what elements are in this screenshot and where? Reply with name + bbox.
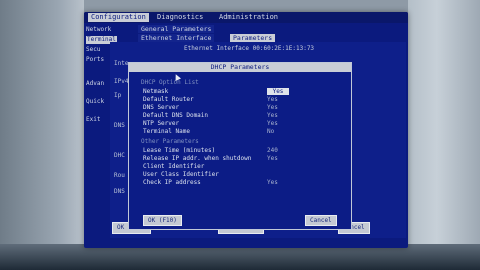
section-other-parameters: Other Parameters bbox=[141, 138, 199, 145]
menu-administration[interactable]: Administration bbox=[216, 13, 281, 22]
back-label-ipv4: IPv4 bbox=[114, 78, 129, 85]
tab-bar: General Parameters Ethernet Interface Pa… bbox=[110, 24, 406, 42]
dialog-ok-button[interactable]: OK (F10) bbox=[143, 215, 182, 226]
sidebar-item-exit[interactable]: Exit bbox=[86, 116, 100, 124]
menu-bar: Configuration Diagnostics Administration bbox=[84, 12, 408, 23]
param-value-check-ip[interactable]: Yes bbox=[267, 179, 289, 186]
tab-ethernet-interface[interactable]: Ethernet Interface bbox=[138, 34, 215, 42]
option-label-terminal-name: Terminal Name bbox=[143, 128, 190, 135]
option-value-dns-server[interactable]: Yes bbox=[267, 104, 289, 111]
back-label-dns2: DNS bbox=[114, 188, 125, 195]
menu-configuration[interactable]: Configuration bbox=[88, 13, 149, 22]
option-label-dns-server: DNS Server bbox=[143, 104, 180, 111]
back-label-dns: DNS bbox=[114, 122, 125, 129]
section-dhcp-option-list: DHCP Option List bbox=[141, 79, 199, 86]
option-value-default-router[interactable]: Yes bbox=[267, 96, 289, 103]
dialog-title: DHCP Parameters bbox=[129, 63, 351, 72]
param-label-check-ip: Check IP address bbox=[143, 179, 201, 186]
back-label-routes: Rou bbox=[114, 172, 125, 179]
menu-diagnostics[interactable]: Diagnostics bbox=[154, 13, 206, 22]
sidebar-item-network[interactable]: Network bbox=[86, 26, 111, 34]
option-value-terminal-name[interactable]: No bbox=[267, 128, 289, 135]
interface-title: Ethernet Interface 00:60:2E:1E:13:73 bbox=[184, 45, 315, 52]
param-label-release-ip: Release IP addr. when shutdown bbox=[143, 155, 252, 162]
back-label-ip: Ip bbox=[114, 92, 122, 99]
param-value-release-ip[interactable]: Yes bbox=[267, 155, 289, 162]
param-label-lease-time: Lease Time (minutes) bbox=[143, 147, 216, 154]
option-value-netmask[interactable]: Yes bbox=[267, 88, 289, 95]
back-label-interface: Inte bbox=[114, 60, 129, 67]
sidebar-item-security[interactable]: Secu bbox=[86, 46, 100, 54]
monitor-bezel-left bbox=[0, 0, 84, 270]
param-value-lease-time[interactable]: 240 bbox=[267, 147, 289, 154]
sidebar-item-quick[interactable]: Quick bbox=[86, 98, 104, 106]
sidebar: Network Terminal Secu Ports Advan Quick … bbox=[84, 24, 117, 234]
monitor-bezel-right bbox=[408, 0, 480, 270]
option-label-default-router: Default Router bbox=[143, 96, 194, 103]
option-label-netmask: Netmask bbox=[143, 88, 169, 95]
option-label-default-dns-domain: Default DNS Domain bbox=[143, 112, 209, 119]
param-label-user-class-identifier: User Class Identifier bbox=[143, 171, 219, 178]
option-label-ntp-server: NTP Server bbox=[143, 120, 180, 127]
option-value-ntp-server[interactable]: Yes bbox=[267, 120, 289, 127]
terminal-screen: Configuration Diagnostics Administration… bbox=[84, 12, 408, 248]
back-label-dhcp: DHC bbox=[114, 152, 125, 159]
tab-general-parameters[interactable]: General Parameters bbox=[138, 25, 215, 33]
sidebar-item-advanced[interactable]: Advan bbox=[86, 80, 104, 88]
param-label-client-identifier: Client Identifier bbox=[143, 163, 205, 170]
dialog-cancel-button[interactable]: Cancel bbox=[305, 215, 337, 226]
sidebar-item-ports[interactable]: Ports bbox=[86, 56, 104, 64]
tab-parameters[interactable]: Parameters bbox=[230, 34, 276, 42]
dhcp-parameters-dialog: DHCP Parameters DHCP Option List Netmask… bbox=[128, 62, 352, 230]
option-value-default-dns-domain[interactable]: Yes bbox=[267, 112, 289, 119]
